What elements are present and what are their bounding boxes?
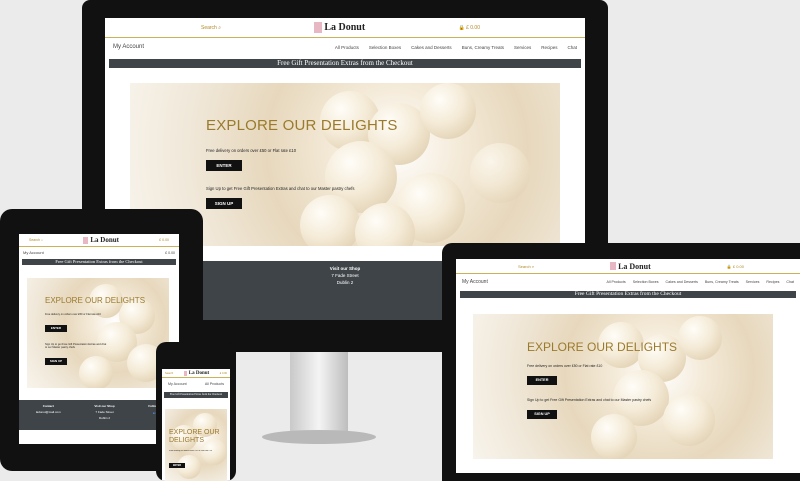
tablet-screen: Search ⌕ La Donut £ 0.00 My Account £ 0.… — [19, 234, 179, 444]
tablet-header: Search ⌕ La Donut £ 0.00 — [19, 234, 179, 247]
hero-content: EXPLORE OUR DELIGHTS Free delivery on or… — [45, 296, 155, 367]
cart-link[interactable]: 🔒 £ 0.00 — [458, 25, 480, 31]
logo-icon — [610, 262, 617, 270]
desktop-header: Search ⌕ La Donut 🔒 £ 0.00 — [105, 18, 585, 38]
hero-delivery-text: Free delivery on orders over £50 or Flat… — [169, 450, 213, 452]
hero-delivery-text: Free delivery on orders over £50 or Flat… — [206, 148, 297, 153]
brand-logo[interactable]: La Donut — [183, 370, 209, 376]
hero-heading: EXPLORE OUR DELIGHTS — [206, 117, 398, 134]
tablet-nav: My Account £ 0.00 — [19, 247, 179, 258]
promo-banner: Free Gift Presentation Extras from the C… — [460, 291, 796, 298]
hero-section: EXPLORE OUR DELIGHTS Free delivery on or… — [165, 409, 227, 481]
footer-visit-title: Visit our Shop — [94, 404, 115, 408]
cart-total: £ 0.00 — [165, 250, 175, 255]
nav-buns[interactable]: Buns, Creamy Treats — [462, 45, 504, 50]
footer-contact-title: Contact — [42, 404, 54, 408]
nav-cakes[interactable]: Cakes and Desserts — [411, 45, 452, 50]
footer-street: 7 Fade Street — [95, 410, 114, 414]
phone-screen: Search La Donut £ 0.00 My Account All Pr… — [162, 369, 230, 481]
nav-selection-boxes[interactable]: Selection Boxes — [369, 45, 401, 50]
nav-services[interactable]: Services — [746, 280, 760, 284]
nav-buns[interactable]: Buns, Creamy Treats — [705, 280, 739, 284]
tablet-footer: Contact ladonut@mail.com Visit our Shop … — [19, 400, 179, 430]
promo-banner: Free Gift Presentation Extras from the C… — [22, 259, 176, 265]
signup-button[interactable]: SIGN UP — [45, 358, 67, 365]
footer-email[interactable]: ladonut@mail.com — [36, 410, 61, 414]
monitor-stand — [290, 352, 348, 438]
phone-header: Search La Donut £ 0.00 — [162, 369, 230, 378]
hero-section: EXPLORE OUR DELIGHTS Free delivery on or… — [473, 314, 773, 459]
nav-services[interactable]: Services — [514, 45, 531, 50]
footer-city: Dublin 2 — [99, 416, 111, 420]
promo-banner: Free Gift Presentation Extras from the C… — [164, 392, 228, 398]
brand-logo[interactable]: La Donut — [610, 262, 651, 271]
search-link[interactable]: Search ⌕ — [518, 264, 534, 269]
signup-text: Sign Up to get Free Gift Presentation Ex… — [206, 186, 355, 191]
hero-delivery-text: Free delivery on orders over £50 or Flat… — [527, 364, 603, 368]
search-icon: ⌕ — [531, 263, 535, 269]
nav-all-products[interactable]: All Products — [607, 280, 626, 284]
nav-recipes[interactable]: Recipes — [541, 45, 557, 50]
search-link[interactable]: Search ⌕ — [201, 25, 221, 31]
nav-recipes[interactable]: Recipes — [766, 280, 779, 284]
footer-contact-col: Contact ladonut@mail.com — [36, 404, 61, 430]
hero-section: EXPLORE OUR DELIGHTS Free delivery on or… — [27, 278, 169, 388]
account-link[interactable]: My Account — [23, 250, 44, 255]
brand-logo[interactable]: La Donut — [83, 236, 119, 244]
cart-link[interactable]: 🔒 £ 0.00 — [727, 264, 744, 269]
nav-links: All Products Selection Boxes Cakes and D… — [607, 280, 794, 284]
monitor-base — [262, 430, 376, 444]
signup-button[interactable]: SIGN UP — [206, 198, 242, 209]
signup-text: Sign Up to get Free Gift Presentation Ex… — [45, 343, 107, 349]
nav-all-products[interactable]: All Products — [335, 45, 359, 50]
nav-selection-boxes[interactable]: Selection Boxes — [633, 280, 659, 284]
lock-icon: 🔒 — [726, 263, 732, 269]
hero-content: EXPLORE OUR DELIGHTS Free delivery on or… — [527, 340, 727, 420]
logo-icon — [314, 22, 323, 33]
responsive-mockup: Search ⌕ La Donut 🔒 £ 0.00 My Account Al… — [0, 0, 800, 481]
nav-all-products[interactable]: All Products — [205, 382, 224, 386]
signup-text: Sign Up to get Free Gift Presentation Ex… — [527, 398, 652, 402]
enter-button[interactable]: ENTER — [527, 376, 557, 385]
nav-cakes[interactable]: Cakes and Desserts — [666, 280, 698, 284]
nav-chat[interactable]: Chat — [567, 45, 577, 50]
hero-heading: EXPLORE OUR DELIGHTS — [45, 296, 146, 305]
account-link[interactable]: My Account — [462, 279, 488, 285]
search-icon: ⌕ — [41, 238, 44, 242]
hero-content: EXPLORE OUR DELIGHTS Free delivery on or… — [206, 117, 436, 210]
search-link[interactable]: Search ⌕ — [29, 238, 43, 242]
hero-delivery-text: Free delivery on orders over £50 or Flat… — [45, 313, 101, 316]
enter-button[interactable]: ENTER — [206, 160, 242, 171]
hero-heading: EXPLORE OUR DELIGHTS — [169, 429, 220, 444]
search-icon: ⌕ — [218, 24, 222, 31]
signup-button[interactable]: SIGN UP — [527, 410, 557, 419]
phone-device: Search La Donut £ 0.00 My Account All Pr… — [156, 342, 236, 481]
logo-icon — [83, 236, 89, 244]
phone-nav: My Account All Products — [162, 378, 230, 389]
logo-icon — [183, 370, 187, 376]
account-link[interactable]: My Account — [113, 44, 144, 50]
brand-logo[interactable]: La Donut — [314, 22, 365, 33]
enter-button[interactable]: ENTER — [169, 463, 185, 468]
nav-links: All Products Selection Boxes Cakes and D… — [335, 45, 577, 50]
search-link[interactable]: Search — [165, 372, 173, 375]
laptop-device: Search ⌕ La Donut 🔒 £ 0.00 My Account Al… — [442, 243, 800, 481]
hero-content: EXPLORE OUR DELIGHTS Free delivery on or… — [169, 429, 221, 471]
cart-link[interactable]: £ 0.00 — [159, 238, 169, 242]
footer-visit-col: Visit our Shop 7 Fade Street Dublin 2 — [94, 404, 114, 430]
laptop-screen: Search ⌕ La Donut 🔒 £ 0.00 My Account Al… — [456, 259, 800, 473]
enter-button[interactable]: ENTER — [45, 325, 67, 332]
laptop-header: Search ⌕ La Donut 🔒 £ 0.00 — [456, 259, 800, 274]
nav-chat[interactable]: Chat — [786, 280, 794, 284]
hero-heading: EXPLORE OUR DELIGHTS — [527, 340, 678, 354]
lock-icon: 🔒 — [458, 24, 465, 31]
laptop-nav: My Account All Products Selection Boxes … — [456, 274, 800, 289]
promo-banner: Free Gift Presentation Extras from the C… — [109, 59, 581, 68]
account-link[interactable]: My Account — [168, 382, 187, 386]
cart-link[interactable]: £ 0.00 — [220, 372, 227, 375]
desktop-nav: My Account All Products Selection Boxes … — [105, 38, 585, 56]
